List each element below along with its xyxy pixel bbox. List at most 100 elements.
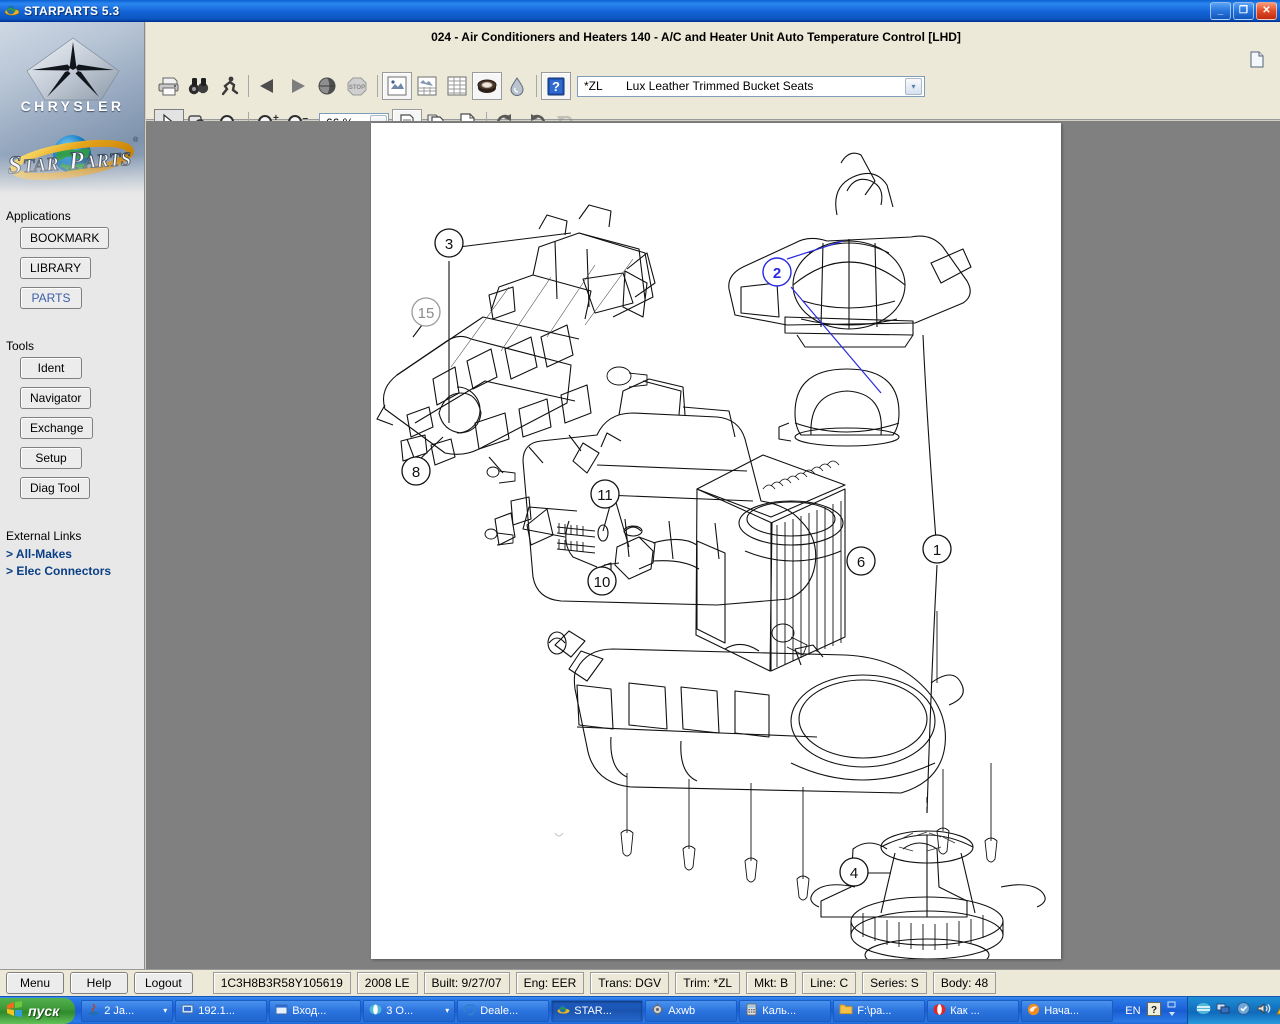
stop-icon[interactable]: STOP — [343, 72, 373, 100]
fluid-drop-icon[interactable] — [502, 72, 532, 100]
java-icon — [87, 1003, 100, 1019]
logout-button[interactable]: Logout — [134, 972, 193, 994]
callout-3[interactable]: 3 — [434, 228, 464, 258]
sidebar-item-parts[interactable]: PARTS — [20, 287, 82, 309]
status-field-series: Series: S — [862, 972, 927, 994]
callout-4[interactable]: 4 — [839, 857, 869, 887]
runner-goto-icon[interactable] — [214, 72, 244, 100]
callout-1[interactable]: 1 — [922, 534, 952, 564]
illustration-view-icon[interactable] — [382, 72, 412, 100]
sidebar-link-elec-connectors[interactable]: > Elec Connectors — [6, 564, 144, 578]
sidebar-item-exchange[interactable]: Exchange — [20, 417, 94, 439]
help-button[interactable]: Help — [70, 972, 128, 994]
svg-text:10: 10 — [594, 574, 611, 591]
svg-text:11: 11 — [597, 487, 613, 504]
update-tray-icon[interactable]: ! — [1275, 1001, 1280, 1021]
status-field-market: Mkt: B — [746, 972, 797, 994]
taskbar-item-opera-windows[interactable]: 3 O... ▾ — [363, 999, 456, 1022]
opera-icon — [369, 1003, 382, 1019]
illustration-page[interactable]: 3 15 8 2 11 10 6 1 4 — [371, 123, 1061, 969]
print-icon[interactable] — [154, 72, 184, 100]
chevron-down-icon[interactable]: ▾ — [163, 1006, 167, 1015]
taskbar-item-explorer-window[interactable]: F:\pa... — [833, 999, 926, 1022]
status-field-line: Line: C — [802, 972, 857, 994]
exploded-parts-diagram: 3 15 8 2 11 10 6 1 4 — [376, 152, 1046, 969]
toolbar-primary: STOP ? *ZL Lux Leather Trimmed Bucket Se… — [154, 72, 925, 100]
help-book-icon[interactable]: ? — [541, 72, 571, 100]
taskbar-item-remote-desktop[interactable]: 192.1... — [175, 999, 268, 1022]
volume-tray-icon[interactable] — [1256, 1001, 1271, 1021]
sidebar-item-setup[interactable]: Setup — [20, 447, 82, 469]
callout-15[interactable]: 15 — [411, 297, 441, 327]
taskbar-item-calculator-window[interactable]: Каль... — [739, 999, 832, 1022]
close-button[interactable]: ✕ — [1256, 1, 1277, 20]
taskbar-item-starparts-window[interactable]: STAR... — [551, 999, 644, 1022]
illustration-viewer[interactable]: 3 15 8 2 11 10 6 1 4 — [146, 121, 1280, 969]
network-tray-icon[interactable] — [1216, 1001, 1231, 1021]
table-list-view-icon[interactable] — [442, 72, 472, 100]
taskbar-item-login-window[interactable]: Вход... — [269, 999, 362, 1022]
svg-text:8: 8 — [412, 464, 420, 481]
main-header: 024 - Air Conditioners and Heaters 140 -… — [146, 22, 1280, 137]
back-arrow-icon[interactable] — [253, 72, 283, 100]
taskbar-item-dealer-ie[interactable]: Deale... — [457, 999, 550, 1022]
callout-10[interactable]: 10 — [587, 566, 617, 596]
sidebar-item-library[interactable]: LIBRARY — [20, 257, 92, 279]
illustration-list-view-icon[interactable] — [412, 72, 442, 100]
svg-text:6: 6 — [857, 554, 865, 571]
external-links-label: External Links — [6, 529, 82, 543]
part-selector-description: Lux Leather Trimmed Bucket Seats — [626, 79, 814, 93]
minimize-button[interactable]: _ — [1210, 1, 1231, 20]
taskbar-item-opera-page[interactable]: Как ... — [927, 999, 1020, 1022]
forward-arrow-icon[interactable] — [283, 72, 313, 100]
part-selector-combobox[interactable]: *ZL Lux Leather Trimmed Bucket Seats ▾ — [577, 75, 925, 97]
sidebar-item-diag-tool[interactable]: Diag Tool — [20, 477, 90, 499]
status-field-model-year: 2008 LE — [356, 972, 418, 994]
taskbar-item-firefox-window[interactable]: Нача... — [1021, 999, 1114, 1022]
sidebar-item-navigator[interactable]: Navigator — [20, 387, 92, 409]
status-field-trim: Trim: *ZL — [675, 972, 741, 994]
taskbar-item-axweb-window[interactable]: Axwb — [645, 999, 738, 1022]
language-bar[interactable]: EN ? — [1115, 1000, 1186, 1021]
sidebar-link-all-makes[interactable]: > All-Makes — [6, 547, 144, 561]
sidebar-item-bookmark[interactable]: BOOKMARK — [20, 227, 110, 249]
part-selector-code: *ZL — [584, 79, 603, 93]
sidebar-item-ident[interactable]: Ident — [20, 357, 82, 379]
status-field-engine: Eng: EER — [515, 972, 585, 994]
taskbar-item-label: F:\pa... — [857, 1004, 892, 1017]
status-field-vin: 1C3H8B3R58Y105619 — [212, 972, 351, 994]
taskbar-item-label: Deale... — [480, 1004, 519, 1017]
menu-button[interactable]: Menu — [6, 972, 64, 994]
taskbar-item-java-windows[interactable]: 2 Ja... ▾ — [81, 999, 174, 1022]
callout-6[interactable]: 6 — [846, 546, 876, 576]
internet-explorer-icon — [463, 1003, 477, 1019]
binoculars-search-icon[interactable] — [184, 72, 214, 100]
shield-tray-icon[interactable] — [1236, 1001, 1251, 1021]
chevron-down-icon[interactable]: ▾ — [445, 1006, 449, 1015]
callout-11[interactable]: 11 — [590, 479, 620, 509]
page-title: 024 - Air Conditioners and Heaters 140 -… — [431, 30, 961, 44]
taskbar-item-label: Как ... — [950, 1004, 980, 1017]
gear-icon — [651, 1003, 664, 1019]
starparts-app-icon — [557, 1003, 570, 1019]
document-icon[interactable] — [1250, 51, 1264, 73]
help-indicator-icon[interactable]: ? — [1146, 1002, 1161, 1019]
chevron-down-icon[interactable]: ▾ — [905, 77, 922, 95]
registered-mark: ® — [133, 136, 139, 144]
restore-button[interactable]: ❐ — [1233, 1, 1254, 20]
opera-tray-icon[interactable] — [1196, 1001, 1211, 1021]
starparts-globe-logo: S TAR P ARTS ® — [2, 130, 143, 188]
refresh-globe-icon[interactable] — [313, 72, 343, 100]
status-bar: Menu Help Logout 1C3H8B3R58Y105619 2008 … — [0, 969, 1280, 996]
callout-2[interactable]: 2 — [762, 257, 792, 287]
toolbar-handle-icon[interactable] — [1167, 1000, 1177, 1021]
start-button[interactable]: пуск — [0, 997, 76, 1024]
chrysler-wordmark: CHRYSLER — [20, 98, 125, 114]
status-field-built-date: Built: 9/27/07 — [423, 972, 510, 994]
language-indicator[interactable]: EN — [1125, 1005, 1140, 1017]
taskbar-item-label: 2 Ja... — [104, 1004, 135, 1017]
chrysler-pentastar-logo — [25, 36, 121, 107]
callout-8[interactable]: 8 — [401, 456, 431, 486]
tire-icon[interactable] — [472, 72, 502, 100]
